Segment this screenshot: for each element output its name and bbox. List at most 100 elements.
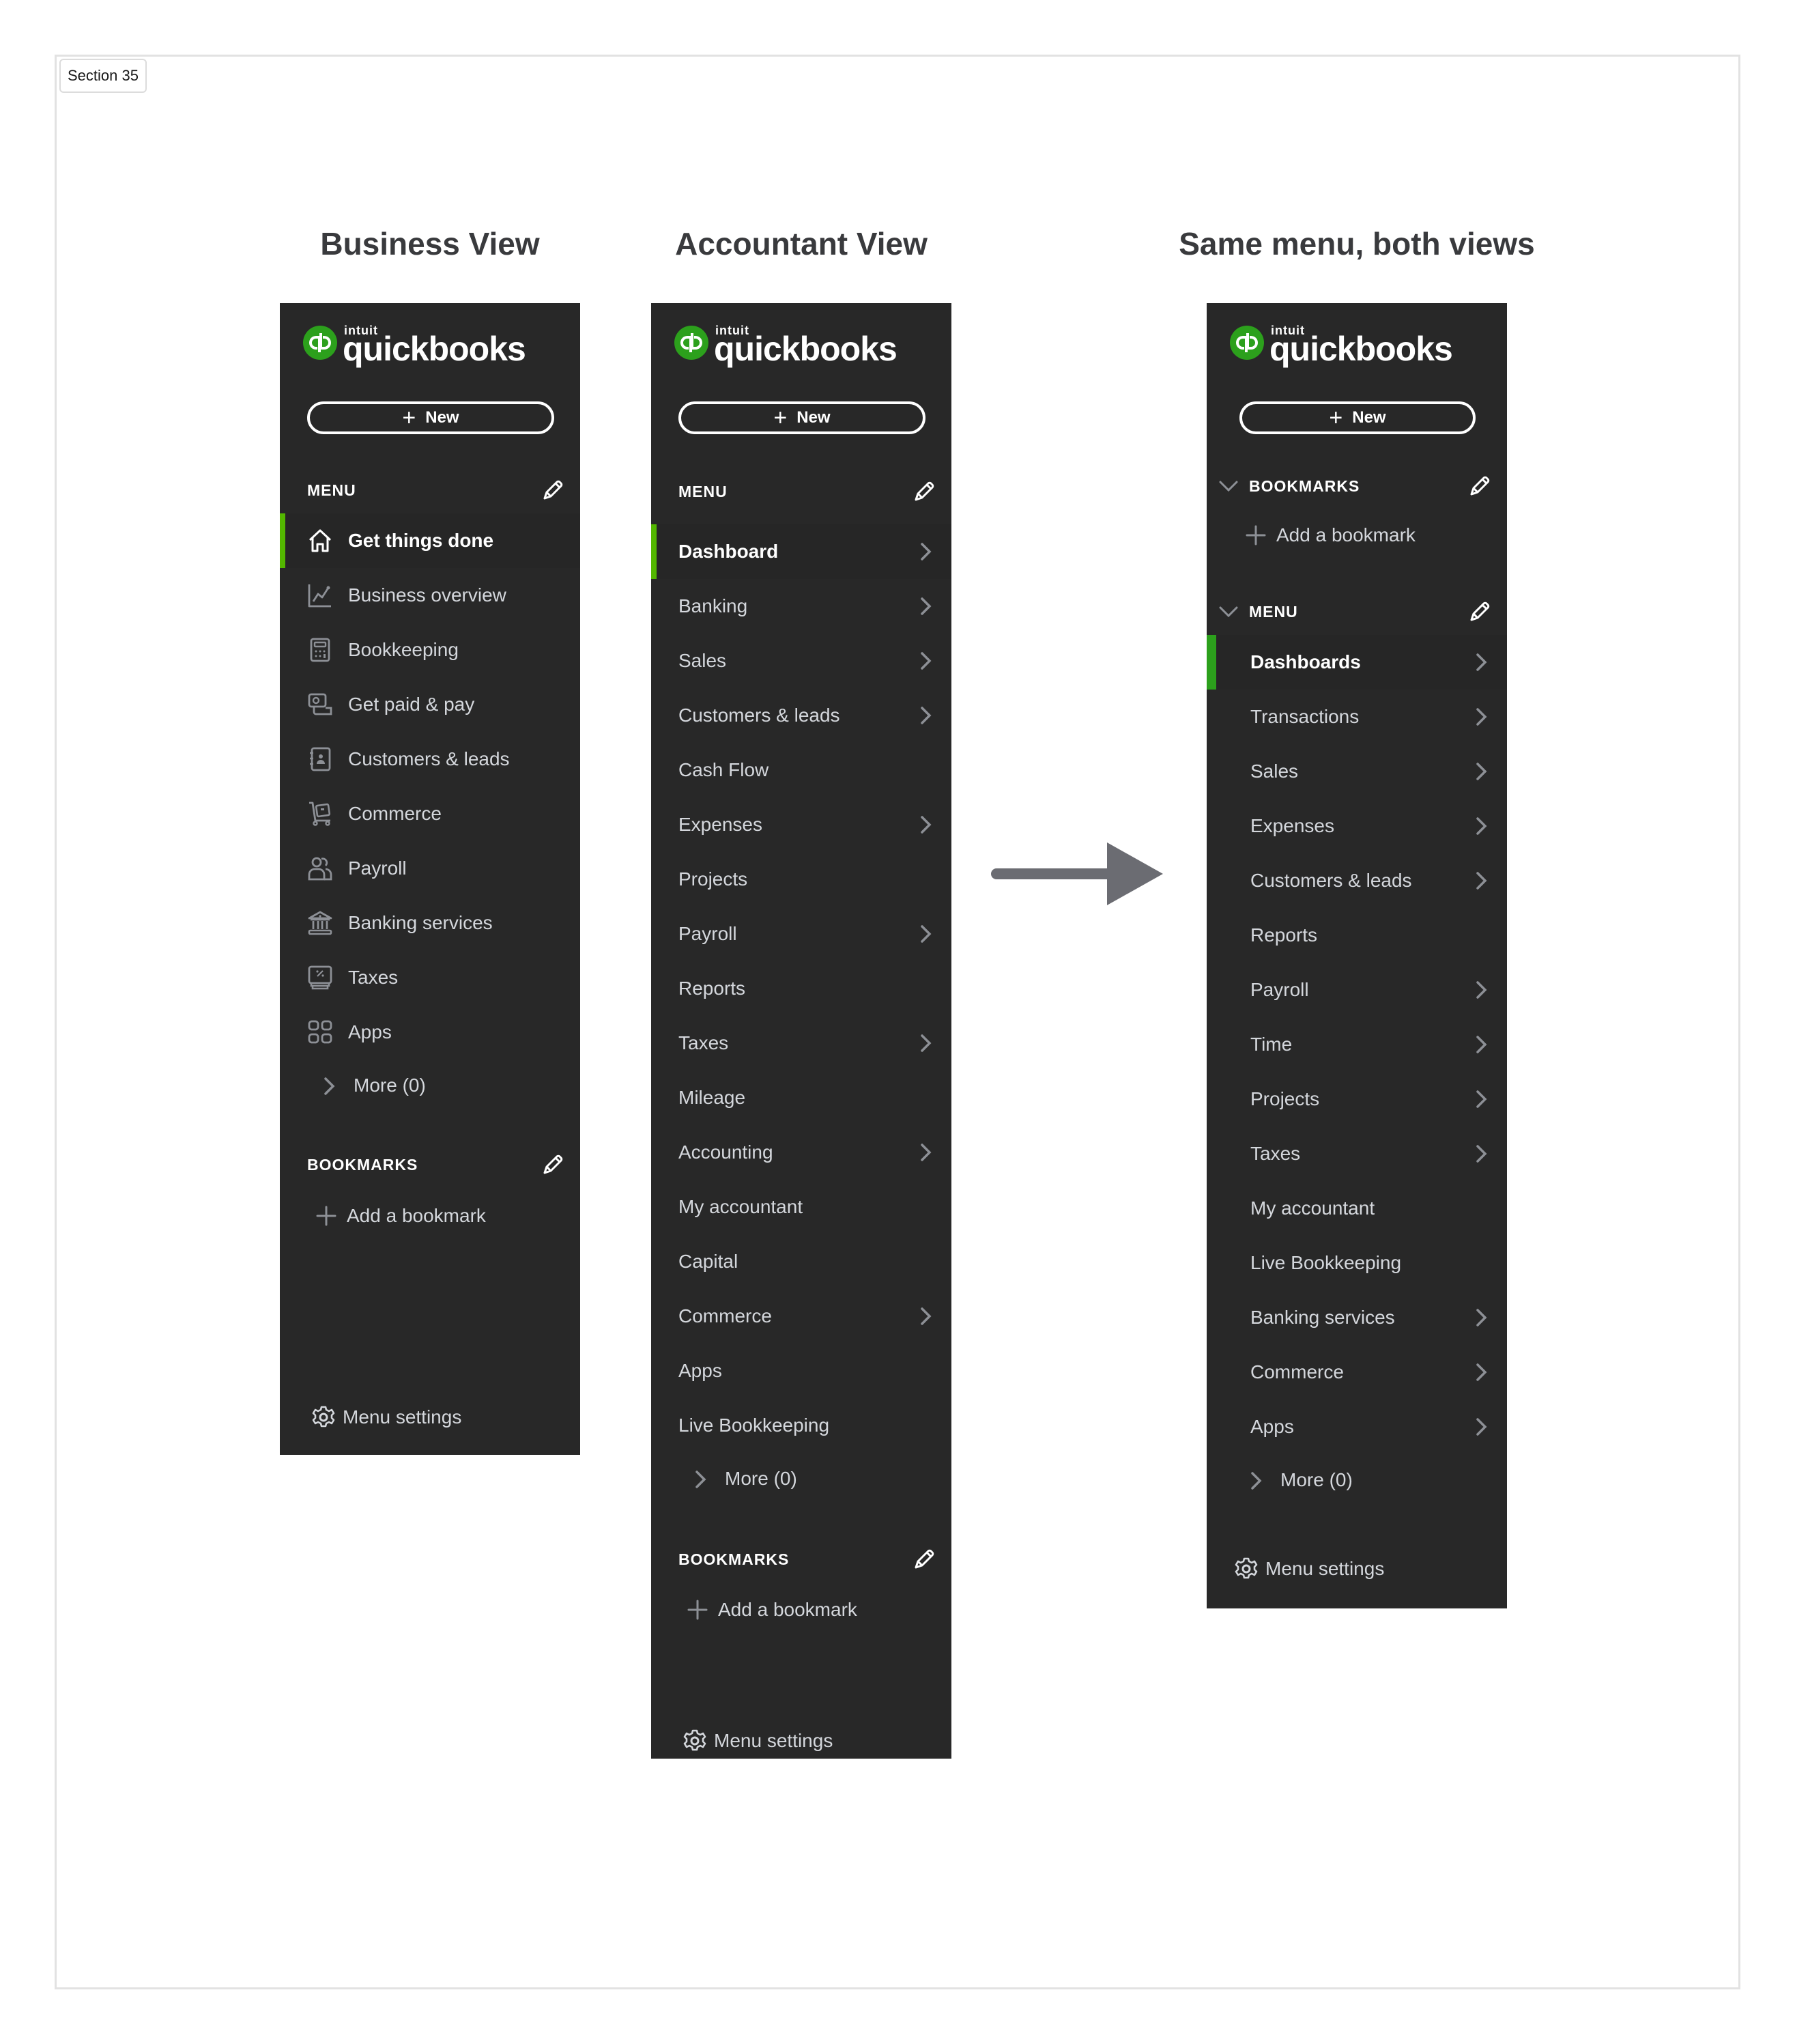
menu-item[interactable]: Reports (651, 961, 951, 1016)
menu-item-label: Get things done (348, 530, 494, 551)
bookmarks-section-label: BOOKMARKS (678, 1550, 790, 1568)
menu-item[interactable]: Bookkeeping (280, 623, 580, 677)
menu-item[interactable]: Expenses (1207, 799, 1507, 853)
menu-item[interactable]: My accountant (651, 1180, 951, 1234)
more-toggle[interactable]: More (0) (1207, 1460, 1507, 1501)
menu-item[interactable]: Dashboard (651, 524, 951, 579)
menu-item[interactable]: Sales (651, 634, 951, 688)
business-view-sidebar: intuit quickbooks + New MENU Get things done B… (280, 303, 580, 1455)
menu-item[interactable]: Capital (651, 1234, 951, 1289)
home-icon (307, 528, 333, 554)
menu-item[interactable]: Dashboards (1207, 635, 1507, 690)
menu-settings-label: Menu settings (343, 1406, 462, 1428)
menu-section-label: MENU (1249, 602, 1298, 621)
add-bookmark-button[interactable]: Add a bookmark (651, 1589, 951, 1630)
menu-item-label: Business overview (348, 584, 506, 606)
menu-item[interactable]: Get things done (280, 513, 580, 568)
logo-quickbooks-text: quickbooks (1269, 330, 1453, 368)
chevron-right-icon (915, 923, 936, 945)
bookmarks-section-header[interactable]: BOOKMARKS (1207, 466, 1507, 507)
pencil-icon[interactable] (1467, 474, 1492, 498)
menu-item[interactable]: Commerce (651, 1289, 951, 1344)
menu-item[interactable]: Commerce (1207, 1345, 1507, 1400)
chevron-right-icon (915, 1305, 936, 1327)
menu-section-header[interactable]: MENU (1207, 591, 1507, 632)
menu-item[interactable]: Payroll (651, 907, 951, 961)
menu-item[interactable]: Projects (651, 852, 951, 907)
pencil-icon[interactable] (541, 1152, 565, 1177)
menu-item[interactable]: Live Bookkeeping (651, 1398, 951, 1453)
menu-item[interactable]: Banking services (1207, 1290, 1507, 1345)
new-button[interactable]: + New (1239, 401, 1476, 434)
menu-item[interactable]: Live Bookkeeping (1207, 1236, 1507, 1290)
menu-item[interactable]: My accountant (1207, 1181, 1507, 1236)
people-icon (307, 855, 333, 881)
menu-item-label: Projects (678, 868, 748, 890)
menu-settings-button[interactable]: Menu settings (651, 1720, 951, 1761)
menu-item-label: Customers & leads (678, 705, 840, 726)
menu-item[interactable]: Apps (651, 1344, 951, 1398)
menu-item-label: Reports (1250, 924, 1318, 946)
menu-item[interactable]: Sales (1207, 744, 1507, 799)
menu-item-label: Commerce (678, 1305, 772, 1326)
plus-icon (315, 1205, 337, 1227)
qb-badge-icon (674, 326, 708, 360)
menu-item[interactable]: Projects (1207, 1072, 1507, 1126)
chevron-down-icon[interactable] (1216, 599, 1241, 624)
chevron-right-icon (1245, 1470, 1265, 1490)
menu-item[interactable]: Commerce (280, 786, 580, 841)
pencil-icon[interactable] (912, 1547, 936, 1572)
pencil-icon[interactable] (912, 479, 936, 504)
menu-item[interactable]: Banking (651, 579, 951, 634)
quickbooks-logo[interactable]: intuit quickbooks (1230, 321, 1454, 368)
quickbooks-logo[interactable]: intuit quickbooks (674, 321, 898, 368)
menu-item[interactable]: Apps (280, 1005, 580, 1060)
menu-item[interactable]: Cash Flow (651, 743, 951, 797)
menu-settings-button[interactable]: Menu settings (280, 1397, 580, 1438)
menu-item-label: My accountant (678, 1196, 803, 1217)
menu-item[interactable]: Customers & leads (651, 688, 951, 743)
more-toggle[interactable]: More (0) (280, 1065, 580, 1106)
menu-section-header: MENU (280, 470, 580, 511)
menu-item[interactable]: Customers & leads (1207, 853, 1507, 908)
menu-item-label: Commerce (348, 803, 442, 824)
menu-item[interactable]: Business overview (280, 568, 580, 623)
menu-item[interactable]: Customers & leads (280, 732, 580, 786)
menu-item[interactable]: Accounting (651, 1125, 951, 1180)
chevron-right-icon (1470, 1307, 1492, 1329)
chevron-right-icon (1470, 761, 1492, 782)
menu-item-label: Banking services (348, 912, 493, 933)
chevron-right-icon (915, 1032, 936, 1054)
menu-item-label: Accounting (678, 1141, 773, 1163)
menu-item[interactable]: Payroll (1207, 963, 1507, 1017)
add-bookmark-button[interactable]: Add a bookmark (280, 1195, 580, 1236)
menu-item[interactable]: Taxes (280, 950, 580, 1005)
chevron-right-icon (1470, 1088, 1492, 1110)
chevron-down-icon[interactable] (1216, 474, 1241, 498)
menu-item[interactable]: Reports (1207, 908, 1507, 963)
new-button[interactable]: + New (307, 401, 554, 434)
quickbooks-logo[interactable]: intuit quickbooks (303, 321, 527, 368)
menu-section-label: MENU (678, 482, 728, 500)
menu-item[interactable]: Payroll (280, 841, 580, 896)
menu-item[interactable]: Expenses (651, 797, 951, 852)
new-button[interactable]: + New (678, 401, 925, 434)
menu-item[interactable]: Time (1207, 1017, 1507, 1072)
menu-item[interactable]: Transactions (1207, 690, 1507, 744)
menu-section-header: MENU (651, 471, 951, 512)
pencil-icon[interactable] (541, 478, 565, 502)
add-bookmark-button[interactable]: Add a bookmark (1207, 515, 1507, 556)
chevron-right-icon (1470, 1416, 1492, 1438)
menu-item[interactable]: Taxes (651, 1016, 951, 1070)
more-toggle[interactable]: More (0) (651, 1458, 951, 1499)
menu-item[interactable]: Taxes (1207, 1126, 1507, 1181)
menu-item[interactable]: Apps (1207, 1400, 1507, 1454)
menu-settings-button[interactable]: Menu settings (1207, 1548, 1507, 1589)
menu-item-label: Bookkeeping (348, 639, 459, 660)
menu-item[interactable]: Mileage (651, 1070, 951, 1125)
menu-item[interactable]: Get paid & pay (280, 677, 580, 732)
gear-icon (311, 1405, 336, 1430)
pencil-icon[interactable] (1467, 599, 1492, 624)
menu-item[interactable]: Banking services (280, 896, 580, 950)
qb-badge-icon (1230, 326, 1264, 360)
